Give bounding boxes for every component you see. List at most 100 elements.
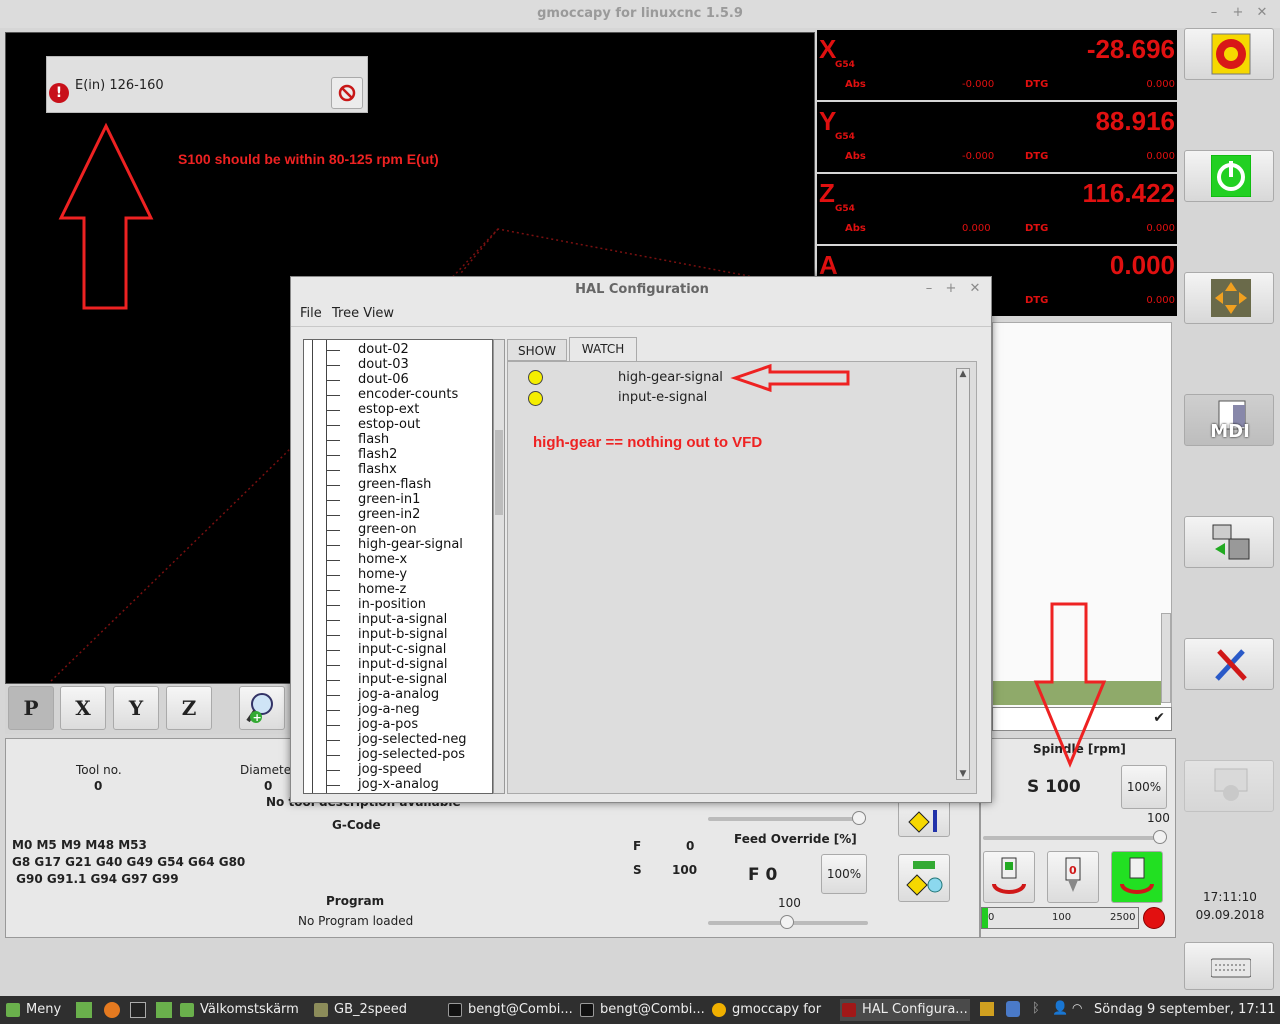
task-gb2speed[interactable]: GB_2speed <box>312 999 436 1021</box>
user-tray-icon[interactable]: 👤 <box>1052 1001 1068 1017</box>
tree-scrollbar[interactable] <box>493 339 505 794</box>
maximize-button[interactable]: + <box>1230 5 1246 21</box>
tree-item[interactable]: jog-speed <box>358 762 422 777</box>
view-p-button[interactable]: P <box>8 686 54 730</box>
spindle-forward-button[interactable] <box>983 851 1035 903</box>
tree-item[interactable]: jog-a-analog <box>358 687 439 702</box>
coord-system: G54 <box>835 132 855 142</box>
tree-item[interactable]: dout-06 <box>358 372 409 387</box>
view-x-button[interactable]: X <box>60 686 106 730</box>
tree-scrollbar-thumb[interactable] <box>495 430 503 515</box>
settings-button[interactable] <box>1184 638 1274 690</box>
tree-item[interactable]: input-a-signal <box>358 612 447 627</box>
spindle-stop-button[interactable]: 0 <box>1047 851 1099 903</box>
start-menu-label: Meny <box>26 1002 62 1017</box>
tree-item[interactable]: home-z <box>358 582 406 597</box>
tray-app-icon[interactable] <box>980 1002 994 1016</box>
files-icon[interactable] <box>156 1002 172 1018</box>
tree-item[interactable]: green-in2 <box>358 507 420 522</box>
spindle-reset-button[interactable]: 100% <box>1121 765 1167 809</box>
tree-item[interactable]: jog-selected-neg <box>358 732 467 747</box>
bluetooth-icon[interactable]: ᛒ <box>1032 1001 1042 1017</box>
view-z-button[interactable]: Z <box>166 686 212 730</box>
tree-item[interactable]: encoder-counts <box>358 387 458 402</box>
task-gmoccapy[interactable]: gmoccapy for l... <box>710 999 834 1021</box>
tree-item[interactable]: green-in1 <box>358 492 420 507</box>
tree-item[interactable]: dout-03 <box>358 357 409 372</box>
task-terminal-1[interactable]: bengt@Combi... <box>446 999 573 1021</box>
tab-watch[interactable]: WATCH <box>569 337 637 361</box>
menu-tree-view[interactable]: Tree View <box>332 306 394 321</box>
tree-item[interactable]: input-b-signal <box>358 627 448 642</box>
dro-z[interactable]: Z G54 116.422 Abs 0.000 DTG 0.000 <box>817 174 1177 244</box>
rapid-override-slider[interactable] <box>708 811 866 825</box>
feed-override-slider[interactable] <box>708 915 868 929</box>
hal-maximize-button[interactable]: + <box>943 281 959 297</box>
tree-connector <box>326 455 340 456</box>
diameter-value: 0 <box>264 779 273 793</box>
manual-mode-button[interactable] <box>1184 272 1274 324</box>
zoom-in-button[interactable]: + <box>239 686 285 730</box>
tree-item[interactable]: green-on <box>358 522 417 537</box>
hal-tree[interactable]: dout-02 dout-03 dout-06 encoder-counts estop… <box>303 339 493 794</box>
tree-item[interactable]: estop-ext <box>358 402 419 417</box>
tree-connector <box>326 350 340 351</box>
firefox-icon[interactable] <box>104 1002 120 1018</box>
dismiss-error-button[interactable] <box>331 77 363 109</box>
tree-connector <box>326 590 340 591</box>
menu-file[interactable]: File <box>300 306 322 321</box>
tree-item[interactable]: home-x <box>358 552 407 567</box>
dro-x[interactable]: X G54 -28.696 Abs -0.000 DTG 0.000 <box>817 30 1177 100</box>
watch-scrollbar[interactable]: ▲ ▼ <box>956 368 970 780</box>
dro-y[interactable]: Y G54 88.916 Abs -0.000 DTG 0.000 <box>817 102 1177 172</box>
hal-close-button[interactable]: ✕ <box>967 281 983 297</box>
spindle-override-slider[interactable] <box>983 830 1167 844</box>
task-terminal-2[interactable]: bengt@Combi... <box>578 999 705 1021</box>
tree-item[interactable]: estop-out <box>358 417 420 432</box>
spindle-reverse-button[interactable] <box>1111 851 1163 903</box>
start-menu-button[interactable]: Meny <box>4 999 61 1021</box>
tree-item[interactable]: jog-x-analog <box>358 777 439 792</box>
tree-item[interactable]: jog-selected-pos <box>358 747 465 762</box>
tree-item[interactable]: high-gear-signal <box>358 537 463 552</box>
task-welcome[interactable]: Välkomstskärm <box>178 999 299 1021</box>
wifi-icon[interactable]: ◠ <box>1072 1001 1088 1017</box>
minimize-button[interactable]: – <box>1206 5 1222 21</box>
terminal-icon[interactable] <box>130 1002 146 1018</box>
keyboard-button[interactable] <box>1184 942 1274 990</box>
tree-item[interactable]: input-d-signal <box>358 657 448 672</box>
coolant-flood-button[interactable] <box>898 854 950 902</box>
tree-item[interactable]: jog-a-neg <box>358 702 420 717</box>
error-icon: ! <box>49 83 69 103</box>
tree-item[interactable]: input-e-signal <box>358 672 447 687</box>
machine-power-button[interactable] <box>1184 150 1274 202</box>
tree-item[interactable]: home-y <box>358 567 407 582</box>
shield-icon[interactable] <box>1006 1001 1020 1017</box>
tree-item[interactable]: flashx <box>358 462 397 477</box>
gcode-label: G-Code <box>332 818 381 832</box>
hal-minimize-button[interactable]: – <box>921 281 937 297</box>
user-tabs-button[interactable] <box>1184 760 1274 812</box>
feed-reset-button[interactable]: 100% <box>821 854 867 894</box>
estop-button[interactable] <box>1184 28 1274 80</box>
tree-item[interactable]: jog-a-pos <box>358 717 418 732</box>
view-y-button[interactable]: Y <box>113 686 159 730</box>
show-desktop-icon[interactable] <box>76 1002 92 1018</box>
taskbar-clock[interactable]: Söndag 9 september, 17:11 <box>1094 1002 1276 1017</box>
auto-mode-button[interactable] <box>1184 516 1274 568</box>
tree-item[interactable]: flash <box>358 432 389 447</box>
tree-connector <box>326 635 340 636</box>
tab-show[interactable]: SHOW <box>507 339 567 361</box>
tree-item[interactable]: in-position <box>358 597 426 612</box>
task-hal-config[interactable]: HAL Configura... <box>840 999 970 1021</box>
mdi-mode-button[interactable]: MDI <box>1184 394 1274 446</box>
pane-scrollbar[interactable] <box>1161 613 1171 703</box>
taskbar: Meny Välkomstskärm GB_2speed bengt@Combi… <box>0 996 1280 1024</box>
hal-configuration-window[interactable]: HAL Configuration – + ✕ File Tree View d… <box>290 276 992 803</box>
tree-item[interactable]: green-flash <box>358 477 431 492</box>
close-button[interactable]: ✕ <box>1254 5 1270 21</box>
tree-item[interactable]: dout-02 <box>358 342 409 357</box>
hal-menubar: File Tree View <box>291 301 991 327</box>
tree-item[interactable]: flash2 <box>358 447 397 462</box>
tree-item[interactable]: input-c-signal <box>358 642 446 657</box>
